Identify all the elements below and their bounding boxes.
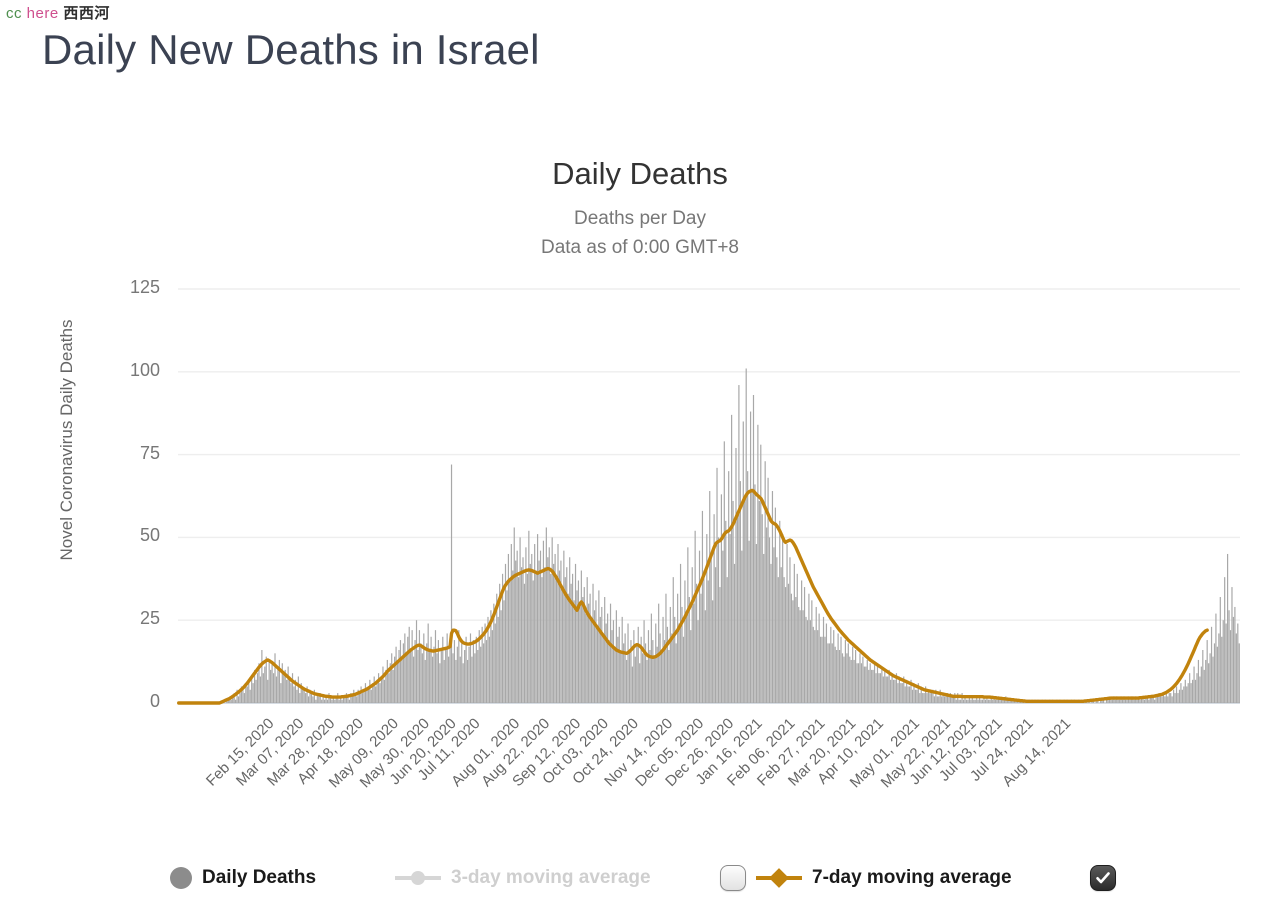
legend-label: 3-day moving average [451,867,651,888]
legend-circle-icon [170,867,192,889]
legend-trailing-checkbox[interactable] [1090,865,1116,891]
y-axis-tick-label: 50 [139,525,160,546]
page-root: cc here 西西河 Daily New Deaths in Israel D… [0,0,1280,923]
chart-legend: Daily Deaths 3-day moving average 7-day … [0,855,1280,905]
legend-label: Daily Deaths [202,867,317,888]
y-axis-title: Novel Coronavirus Daily Deaths [57,319,76,561]
check-icon [1096,872,1110,884]
chart-plot-area: 0 25 50 75 100 125 Feb 15, 2020 Mar 07, 2020 Ma… [0,0,1280,923]
legend-label: 7-day moving average [812,867,1012,888]
y-axis-tick-label: 75 [139,442,160,463]
y-axis-tick-label: 25 [139,608,160,629]
legend-trailing-checkbox-wrap[interactable] [1090,861,1116,895]
y-axis-tick-label: 100 [129,359,160,380]
y-axis-tick-label: 125 [129,277,160,297]
legend-item-3day-average[interactable]: 3-day moving average [395,861,651,895]
legend-item-7day-average[interactable]: 7-day moving average [720,861,1012,895]
y-axis-tick-label: 0 [149,691,160,711]
legend-line-circle-icon [395,871,441,885]
legend-checkbox-7day[interactable] [720,865,746,891]
legend-line-diamond-icon [756,868,802,888]
legend-item-daily-deaths[interactable]: Daily Deaths [170,861,316,895]
